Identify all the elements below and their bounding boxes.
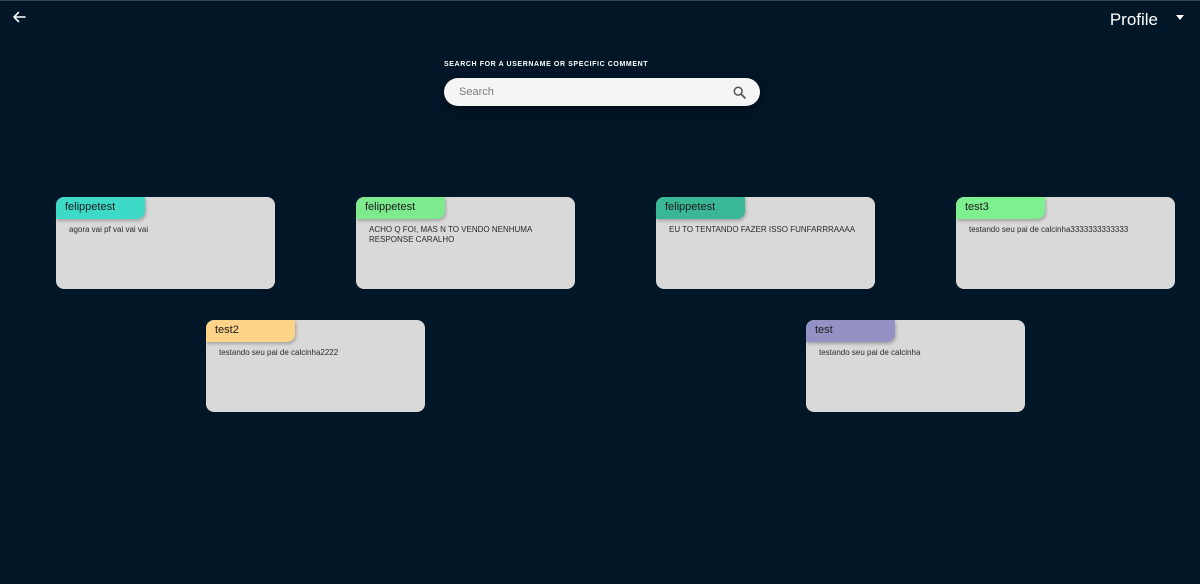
comment-card[interactable]: test testando seu pai de calcinha (806, 320, 1025, 412)
comment-text: testando seu pai de calcinha (819, 348, 921, 357)
comment-text: EU TO TENTANDO FAZER ISSO FUNFARRRAAAA (669, 225, 856, 234)
comment-text: ACHO Q FOI, MAS N TO VENDO NENHUMA RESPO… (369, 225, 532, 244)
comment-username: test3 (956, 197, 1045, 219)
comment-username: felippetest (356, 197, 445, 219)
comment-grid: felippetest agora vai pf vai vai vai fel… (0, 0, 1200, 584)
comment-text: agora vai pf vai vai vai (69, 225, 149, 234)
comment-card[interactable]: felippetest ACHO Q FOI, MAS N TO VENDO N… (356, 197, 575, 289)
comment-text: testando seu pai de calcinha2222 (219, 348, 339, 357)
comment-username: felippetest (56, 197, 145, 219)
comment-card[interactable]: felippetest agora vai pf vai vai vai (56, 197, 275, 289)
comment-username: felippetest (656, 197, 745, 219)
comment-username: test (806, 320, 895, 342)
comment-card[interactable]: felippetest EU TO TENTANDO FAZER ISSO FU… (656, 197, 875, 289)
comment-username: test2 (206, 320, 295, 342)
comment-card[interactable]: test3 testando seu pai de calcinha333333… (956, 197, 1175, 289)
comment-card[interactable]: test2 testando seu pai de calcinha2222 (206, 320, 425, 412)
comment-text: testando seu pai de calcinha333333333333… (969, 225, 1129, 234)
